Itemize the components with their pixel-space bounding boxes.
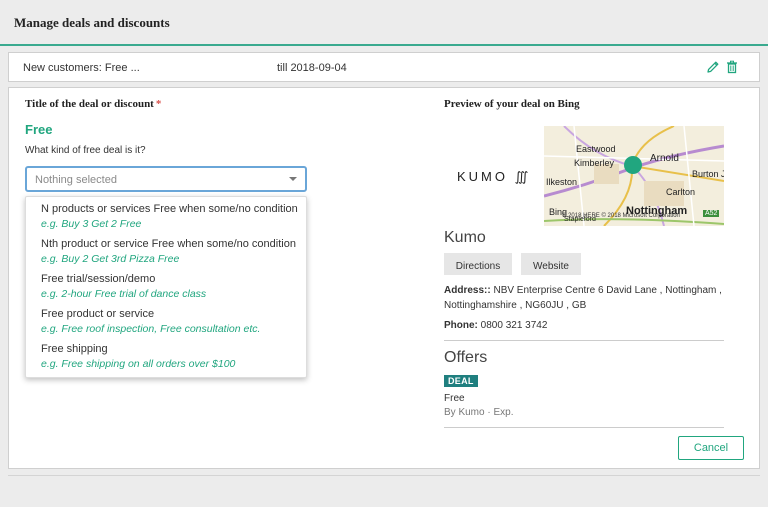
- option-title: Free shipping: [41, 343, 108, 355]
- dropdown-option[interactable]: N products or services Free when some/no…: [41, 203, 306, 230]
- option-example: e.g. Free shipping on all orders over $1…: [41, 358, 236, 370]
- select-value: Nothing selected: [35, 174, 117, 186]
- deal-kind-dropdown: N products or services Free when some/no…: [25, 196, 307, 378]
- preview-label: Preview of your deal on Bing: [444, 98, 580, 110]
- trash-icon[interactable]: [724, 59, 740, 75]
- title-field-label: Title of the deal or discount *: [25, 98, 161, 110]
- business-logo: KUMO ∭: [457, 169, 532, 184]
- option-example: e.g. Buy 3 Get 2 Free: [41, 218, 142, 230]
- dropdown-option[interactable]: Free trial/session/demo e.g. 2-hour Free…: [41, 273, 306, 300]
- edit-icon[interactable]: [705, 59, 721, 75]
- deal-title-value: Free: [25, 122, 53, 137]
- required-mark: *: [155, 98, 162, 110]
- business-name: Kumo: [444, 229, 486, 246]
- phone-value: 0800 321 3742: [480, 320, 548, 331]
- road-label: A52: [703, 210, 720, 217]
- divider: [8, 475, 760, 476]
- map-copyright: © 2018 HERE © 2018 Microsoft Corporation: [562, 213, 680, 219]
- page-title: Manage deals and discounts: [14, 15, 170, 30]
- deal-kind-select[interactable]: Nothing selected: [25, 166, 307, 192]
- website-button[interactable]: Website: [521, 253, 581, 275]
- dropdown-option[interactable]: Nth product or service Free when some/no…: [41, 238, 306, 265]
- map-place-label: Ilkeston: [546, 177, 578, 187]
- map-place-label: Kimberley: [574, 158, 615, 168]
- map-place-label: Carlton: [666, 187, 696, 197]
- deal-expiry: till 2018-09-04: [277, 62, 347, 74]
- deal-editor-panel: Title of the deal or discount * Free What…: [8, 87, 760, 469]
- option-title: Free product or service: [41, 308, 155, 320]
- offer-title: Free: [444, 393, 465, 404]
- deal-name: New customers: Free ...: [23, 62, 140, 74]
- dropdown-option[interactable]: Free shipping e.g. Free shipping on all …: [41, 343, 306, 370]
- map-place-label: Arnold: [650, 153, 679, 164]
- divider: [444, 427, 724, 428]
- option-example: e.g. 2-hour Free trial of dance class: [41, 288, 207, 300]
- phone-label: Phone:: [444, 320, 478, 331]
- address-label: Address::: [444, 285, 491, 296]
- map-place-label: Eastwood: [576, 144, 616, 154]
- deal-row[interactable]: New customers: Free ... till 2018-09-04: [8, 52, 760, 82]
- option-example: e.g. Free roof inspection, Free consulta…: [41, 323, 261, 335]
- deal-kind-question: What kind of free deal is it?: [25, 145, 146, 156]
- offers-heading: Offers: [444, 349, 488, 366]
- option-example: e.g. Buy 2 Get 3rd Pizza Free: [41, 253, 180, 265]
- deal-badge: DEAL: [444, 375, 478, 387]
- option-title: Free trial/session/demo: [41, 273, 156, 285]
- option-title: Nth product or service Free when some/no…: [41, 238, 296, 250]
- offer-byline: By Kumo · Exp.: [444, 407, 514, 418]
- option-title: N products or services Free when some/no…: [41, 203, 298, 215]
- business-phone: Phone: 0800 321 3742: [444, 320, 547, 331]
- page-header: Manage deals and discounts: [0, 0, 768, 46]
- map-preview[interactable]: Eastwood Kimberley Arnold Ilkeston Burto…: [544, 126, 724, 226]
- map-pin-icon: [624, 156, 642, 174]
- title-label-text: Title of the deal or discount: [25, 98, 154, 110]
- chevron-down-icon: [289, 177, 297, 181]
- directions-button[interactable]: Directions: [444, 253, 512, 275]
- dropdown-option[interactable]: Free product or service e.g. Free roof i…: [41, 308, 306, 335]
- divider: [444, 340, 724, 341]
- map-place-label: Burton J: [692, 169, 724, 179]
- business-address: Address:: NBV Enterprise Centre 6 David …: [444, 283, 744, 313]
- cancel-button[interactable]: Cancel: [678, 436, 744, 460]
